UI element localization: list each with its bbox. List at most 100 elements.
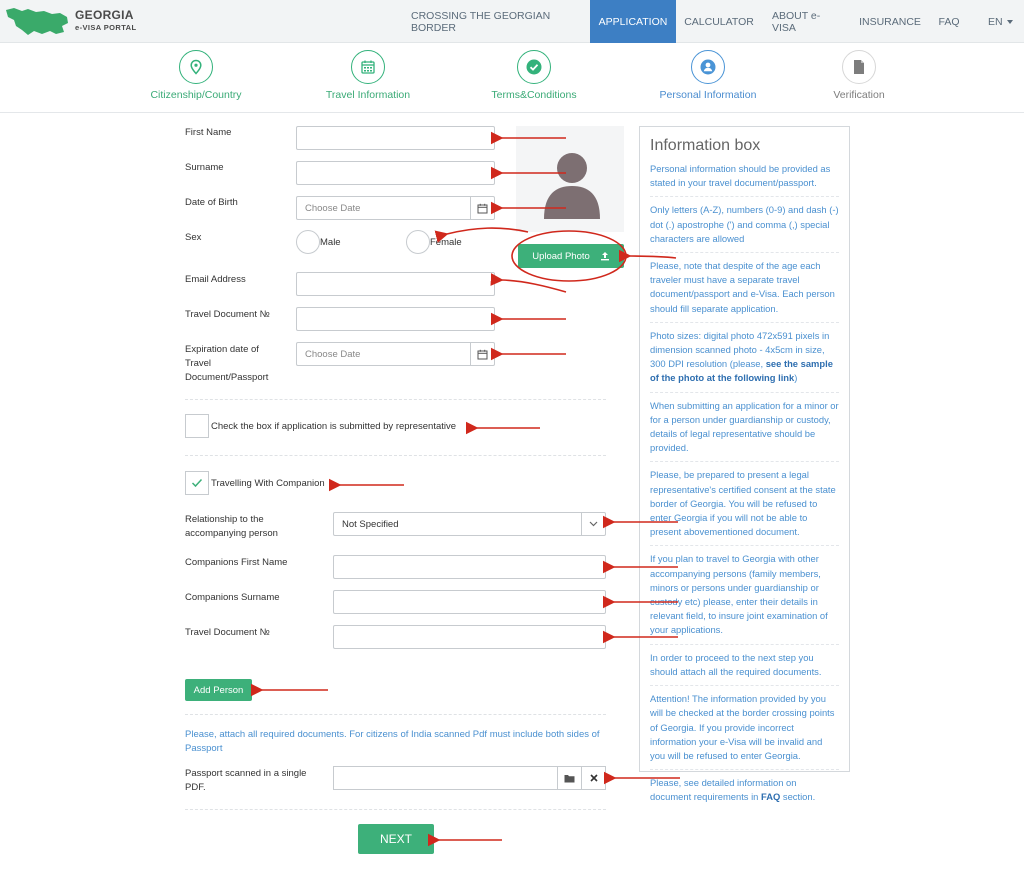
check-icon	[517, 50, 551, 84]
nav-crossing-border[interactable]: CROSSING THE GEORGIAN BORDER	[405, 0, 586, 43]
expiration-placeholder: Choose Date	[305, 348, 361, 360]
nav-calculator[interactable]: CALCULATOR	[680, 0, 758, 43]
companion-travel-document-label: Travel Document №	[185, 627, 270, 638]
divider	[185, 809, 606, 810]
step-label: Terms&Conditions	[491, 89, 577, 101]
representative-label: Check the box if application is submitte…	[211, 421, 457, 432]
attach-documents-note: Please, attach all required documents. F…	[185, 729, 600, 754]
divider	[185, 455, 606, 456]
info-paragraph: If you plan to travel to Georgia with ot…	[650, 552, 839, 645]
sex-female-label: Female	[430, 237, 462, 248]
add-person-button[interactable]: Add Person	[185, 679, 252, 701]
close-icon[interactable]	[581, 767, 605, 789]
chevron-down-icon[interactable]	[581, 513, 605, 535]
info-paragraph: Please, note that despite of the age eac…	[650, 259, 839, 323]
relationship-value: Not Specified	[342, 518, 399, 530]
travel-document-label: Travel Document №	[185, 309, 270, 320]
step-label: Personal Information	[659, 89, 757, 101]
user-icon	[691, 50, 725, 84]
user-silhouette-icon	[544, 153, 600, 219]
divider	[185, 399, 606, 400]
passport-label-line: Passport scanned in a single	[185, 768, 307, 779]
relationship-select[interactable]: Not Specified	[333, 512, 606, 536]
email-label: Email Address	[185, 274, 246, 285]
upload-photo-label: Upload Photo	[532, 250, 590, 262]
expiration-label-line: Travel	[185, 358, 212, 369]
info-paragraph-photo-sizes: Photo sizes: digital photo 472x591 pixel…	[650, 329, 839, 393]
expiration-label-line: Document/Passport	[185, 372, 269, 383]
next-button[interactable]: NEXT	[358, 824, 434, 854]
representative-checkbox[interactable]	[185, 414, 209, 438]
language-value: EN	[988, 15, 1003, 28]
companion-travel-document-input[interactable]	[333, 625, 606, 649]
info-text: section.	[780, 791, 816, 803]
first-name-input[interactable]	[296, 126, 495, 150]
chevron-down-icon	[1006, 19, 1013, 24]
brand-title[interactable]: GEORGIA	[75, 8, 134, 22]
sex-male-label: Male	[320, 237, 341, 248]
expiration-label-line: Expiration date of	[185, 344, 259, 355]
sex-label: Sex	[185, 232, 202, 243]
info-paragraph-faq: Please, see detailed information on docu…	[650, 776, 839, 810]
document-icon	[842, 50, 876, 84]
faq-link[interactable]: FAQ	[761, 791, 780, 802]
nav-application[interactable]: APPLICATION	[590, 0, 676, 43]
email-input[interactable]	[296, 272, 495, 296]
step-citizenship[interactable]: Citizenship/Country	[126, 50, 266, 101]
step-label: Verification	[833, 89, 885, 101]
sex-female-radio[interactable]	[406, 230, 430, 254]
brand-subtitle: e-VISA PORTAL	[75, 23, 137, 32]
georgia-map-logo[interactable]	[4, 4, 70, 38]
upload-photo-button[interactable]: Upload Photo	[518, 244, 624, 268]
companion-surname-input[interactable]	[333, 590, 606, 614]
dob-input[interactable]: Choose Date	[296, 196, 495, 220]
info-paragraph: In order to proceed to the next step you…	[650, 651, 839, 687]
calendar-icon[interactable]	[470, 197, 494, 219]
passport-file-input[interactable]	[333, 766, 606, 790]
upload-icon	[600, 252, 609, 261]
step-label: Citizenship/Country	[150, 89, 242, 101]
companion-surname-label: Companions Surname	[185, 592, 280, 603]
surname-input[interactable]	[296, 161, 495, 185]
information-box-title: Information box	[650, 137, 761, 154]
step-travel-information[interactable]: Travel Information	[298, 50, 438, 101]
surname-label: Surname	[185, 162, 224, 173]
info-paragraph: Only letters (A-Z), numbers (0-9) and da…	[650, 203, 839, 254]
info-paragraph: When submitting an application for a min…	[650, 399, 839, 463]
calendar-icon	[351, 50, 385, 84]
nav-insurance[interactable]: INSURANCE	[856, 0, 924, 43]
sex-male-radio[interactable]	[296, 230, 320, 254]
companion-first-name-label: Companions First Name	[185, 557, 288, 568]
relationship-label: Relationship to the accompanying person	[185, 513, 278, 541]
language-selector[interactable]: EN	[988, 0, 1013, 43]
dob-placeholder: Choose Date	[305, 202, 361, 214]
dob-label: Date of Birth	[185, 197, 238, 208]
step-terms-conditions[interactable]: Terms&Conditions	[464, 50, 604, 101]
nav-about-evisa[interactable]: ABOUT e-VISA	[766, 0, 848, 43]
passport-upload-label: Passport scanned in a single PDF.	[185, 767, 306, 795]
step-label: Travel Information	[325, 89, 411, 101]
companion-label: Travelling With Companion	[211, 478, 325, 489]
companion-first-name-input[interactable]	[333, 555, 606, 579]
info-text: )	[794, 372, 798, 384]
passport-label-line: PDF.	[185, 782, 206, 793]
map-pin-icon	[179, 50, 213, 84]
nav-faq[interactable]: FAQ	[932, 0, 966, 43]
information-box: Information box Personal information sho…	[639, 126, 850, 802]
calendar-icon[interactable]	[470, 343, 494, 365]
expiration-date-label: Expiration date of Travel Document/Passp…	[185, 343, 268, 385]
photo-placeholder	[516, 126, 624, 232]
info-paragraph: Personal information should be provided …	[650, 162, 839, 198]
divider	[185, 714, 606, 715]
step-verification: Verification	[789, 50, 929, 101]
checkmark-icon	[191, 478, 203, 488]
travel-document-input[interactable]	[296, 307, 495, 331]
companion-checkbox[interactable]	[185, 471, 209, 495]
top-header: GEORGIA e-VISA PORTAL CROSSING THE GEORG…	[0, 0, 1024, 43]
info-paragraph: Please, be prepared to present a legal r…	[650, 468, 839, 547]
expiration-date-input[interactable]: Choose Date	[296, 342, 495, 366]
folder-icon[interactable]	[557, 767, 581, 789]
relationship-label-line: Relationship to the	[185, 514, 264, 525]
step-personal-information[interactable]: Personal Information	[638, 50, 778, 101]
info-paragraph: Attention! The information provided by y…	[650, 692, 839, 771]
